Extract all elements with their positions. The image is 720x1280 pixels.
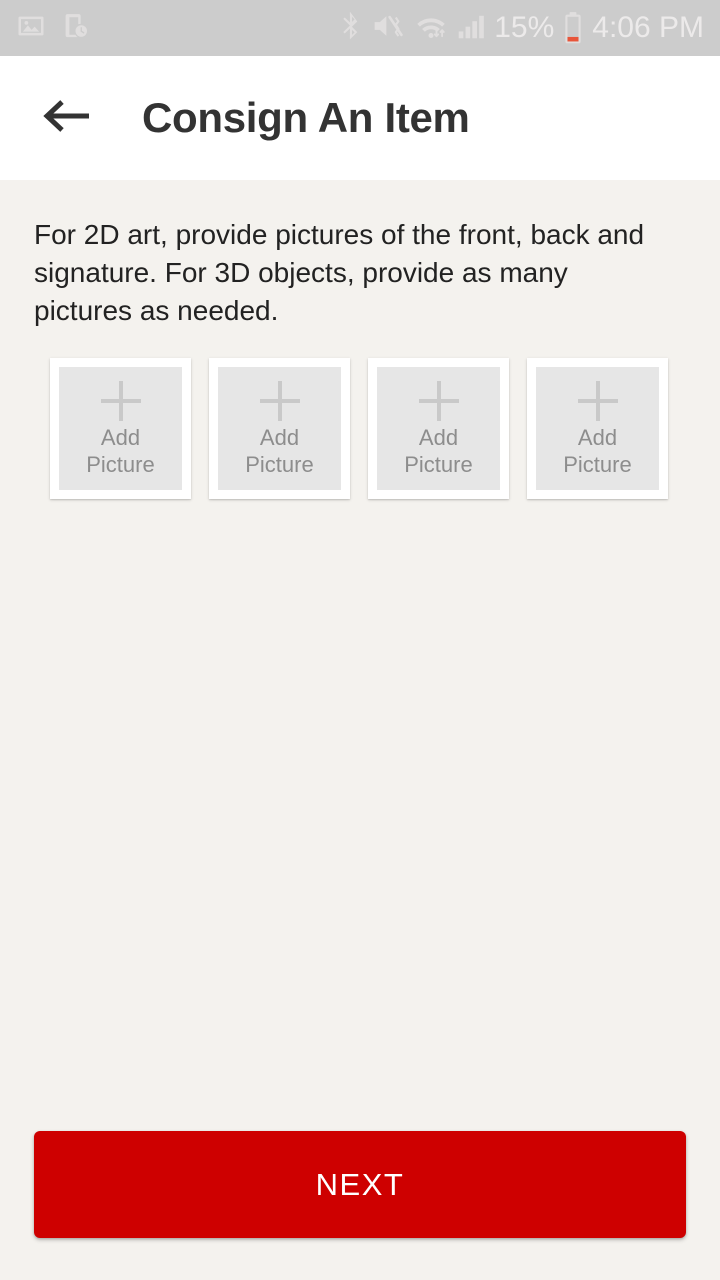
- arrow-left-icon: [41, 95, 93, 142]
- footer-action-area: NEXT: [34, 1131, 686, 1238]
- status-bar-left-icons: [16, 11, 90, 46]
- status-bar-right-icons: 15% 4:06 PM: [338, 10, 704, 47]
- add-picture-label: Add Picture: [245, 425, 313, 478]
- instructions-text: For 2D art, provide pictures of the fron…: [34, 219, 645, 327]
- add-picture-slot-inner: Add Picture: [218, 367, 341, 491]
- add-picture-label-line2: Picture: [86, 451, 155, 477]
- add-picture-slot-1[interactable]: Add Picture: [50, 358, 191, 500]
- battery-percent-label: 15%: [494, 11, 555, 44]
- plus-icon: [258, 379, 302, 423]
- add-picture-slot-2[interactable]: Add Picture: [209, 358, 350, 500]
- add-picture-slot-inner: Add Picture: [536, 367, 659, 491]
- add-picture-label-line1: Add: [100, 425, 141, 451]
- image-icon: [16, 11, 46, 46]
- device-clock-icon: [60, 11, 90, 46]
- battery-low-icon: [562, 11, 584, 45]
- next-button[interactable]: NEXT: [34, 1131, 686, 1238]
- add-picture-slot-inner: Add Picture: [59, 367, 182, 491]
- main-content: For 2D art, provide pictures of the fron…: [0, 216, 720, 500]
- bluetooth-icon: [338, 10, 364, 47]
- add-picture-label: Add Picture: [404, 425, 472, 478]
- clock-label: 4:06 PM: [592, 11, 704, 44]
- add-picture-label-line1: Add: [418, 425, 459, 451]
- mute-vibrate-icon: [372, 11, 406, 46]
- page-title: Consign An Item: [142, 94, 470, 141]
- add-picture-label: Add Picture: [563, 425, 631, 478]
- plus-icon: [576, 379, 620, 423]
- back-button[interactable]: [38, 89, 96, 147]
- cellular-signal-icon: [456, 11, 486, 46]
- add-picture-slot-3[interactable]: Add Picture: [368, 358, 509, 500]
- add-picture-label-line2: Picture: [404, 451, 473, 477]
- add-picture-slot-inner: Add Picture: [377, 367, 500, 491]
- app-header: Consign An Item: [0, 56, 720, 180]
- plus-icon: [99, 379, 143, 423]
- picture-slot-row: Add Picture Add Picture Add Picture Add …: [34, 358, 686, 500]
- wifi-icon: [414, 11, 448, 46]
- add-picture-label-line1: Add: [577, 425, 618, 451]
- add-picture-label-line2: Picture: [563, 451, 632, 477]
- add-picture-label: Add Picture: [86, 425, 154, 478]
- add-picture-label-line1: Add: [259, 425, 300, 451]
- status-bar: 15% 4:06 PM: [0, 0, 720, 56]
- add-picture-label-line2: Picture: [245, 451, 314, 477]
- add-picture-slot-4[interactable]: Add Picture: [527, 358, 668, 500]
- plus-icon: [417, 379, 461, 423]
